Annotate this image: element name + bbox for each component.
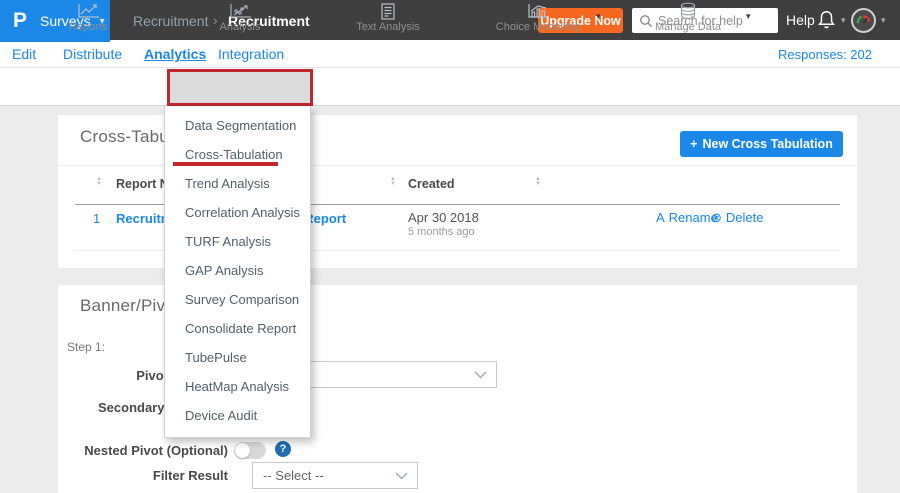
scatter-chart-icon (180, 2, 300, 20)
menu-item-device-audit[interactable]: Device Audit (165, 401, 310, 430)
toolbar-item-choice-modelling[interactable]: Choice Modelling (478, 2, 598, 33)
toolbar-item-label: Reports (68, 21, 108, 33)
text-document-icon (328, 2, 448, 20)
questionpro-logo-icon: P (13, 9, 28, 32)
plus-icon: + (690, 137, 698, 151)
responses-count-link[interactable]: Responses: 202 (778, 47, 872, 62)
column-header-created[interactable]: Created (408, 177, 455, 191)
cross-tabulation-underline-annotation (173, 162, 278, 166)
rename-a-icon: A (656, 210, 665, 225)
database-icon (628, 2, 748, 20)
chevron-down-icon[interactable]: ▾ (881, 15, 886, 26)
rename-link[interactable]: A Rename (656, 210, 718, 225)
survey-tab-nav: Edit Distribute Analytics Integration Re… (0, 40, 900, 68)
filter-result-select[interactable]: -- Select -- (252, 462, 418, 489)
notifications-bell-icon[interactable] (816, 9, 837, 35)
bar-line-chart-icon (478, 2, 598, 20)
tab-integration[interactable]: Integration (218, 46, 284, 62)
help-question-icon[interactable]: ? (275, 441, 291, 457)
analysis-highlight-annotation (167, 69, 313, 106)
menu-item-gap-analysis[interactable]: GAP Analysis (165, 256, 310, 285)
chevron-down-icon[interactable]: ▾ (596, 11, 601, 22)
row-index: 1 (93, 211, 101, 226)
toolbar-item-label: Choice Modelling (495, 21, 581, 33)
toolbar-item-label: Analysis (219, 21, 261, 33)
delete-link[interactable]: ⊗ Delete (711, 210, 763, 226)
chevron-down-icon[interactable]: ▾ (746, 11, 751, 22)
help-link[interactable]: Help (786, 12, 815, 28)
tab-edit[interactable]: Edit (12, 46, 36, 62)
chevron-down-icon (395, 471, 408, 480)
toggle-knob (235, 443, 250, 458)
toolbar-item-text-analysis[interactable]: Text Analysis (328, 2, 448, 33)
sort-created-icon[interactable]: ▲ ▼ (390, 176, 396, 187)
chevron-down-icon[interactable]: ▾ (146, 11, 151, 22)
toolbar-item-analysis[interactable]: Analysis (180, 2, 300, 33)
menu-item-correlation-analysis[interactable]: Correlation Analysis (165, 198, 310, 227)
gauge-icon (856, 15, 871, 24)
created-date: Apr 30 2018 (408, 210, 479, 225)
analytics-toolbar (0, 68, 900, 106)
toolbar-item-reports[interactable]: Reports (28, 2, 148, 33)
chevron-down-icon[interactable]: ▾ (841, 15, 846, 26)
chevron-down-icon[interactable]: ▾ (446, 11, 451, 22)
analysis-dropdown-menu: Data Segmentation Cross-Tabulation Trend… (164, 106, 311, 438)
step-label: Step 1: (67, 340, 106, 354)
menu-item-trend-analysis[interactable]: Trend Analysis (165, 169, 310, 198)
filter-result-label: Filter Result (152, 468, 228, 483)
account-avatar[interactable] (851, 8, 876, 33)
menu-item-survey-comparison[interactable]: Survey Comparison (165, 285, 310, 314)
toolbar-item-label: Manage Data (654, 21, 722, 33)
sort-report-name-icon[interactable]: ▲ ▼ (96, 176, 102, 187)
line-chart-icon (28, 2, 148, 20)
menu-item-tubepulse[interactable]: TubePulse (165, 343, 310, 372)
new-cross-tabulation-button[interactable]: + New Cross Tabulation (680, 131, 843, 157)
chevron-down-icon (474, 370, 487, 379)
menu-item-turf-analysis[interactable]: TURF Analysis (165, 227, 310, 256)
toolbar-item-manage-data[interactable]: Manage Data (628, 2, 748, 33)
toolbar-item-label: Text Analysis (356, 21, 420, 33)
tab-distribute[interactable]: Distribute (63, 46, 122, 62)
created-ago: 5 months ago (408, 226, 475, 238)
menu-item-data-segmentation[interactable]: Data Segmentation (165, 111, 310, 140)
nested-pivot-toggle[interactable] (234, 442, 266, 459)
delete-circle-icon: ⊗ (711, 210, 722, 225)
sort-icon[interactable]: ▲ ▼ (535, 176, 541, 187)
nested-pivot-label: Nested Pivot (Optional) (84, 443, 228, 458)
chevron-down-icon[interactable]: ▾ (296, 11, 301, 22)
menu-item-heatmap-analysis[interactable]: HeatMap Analysis (165, 372, 310, 401)
tab-analytics[interactable]: Analytics (144, 46, 206, 62)
menu-item-consolidate-report[interactable]: Consolidate Report (165, 314, 310, 343)
